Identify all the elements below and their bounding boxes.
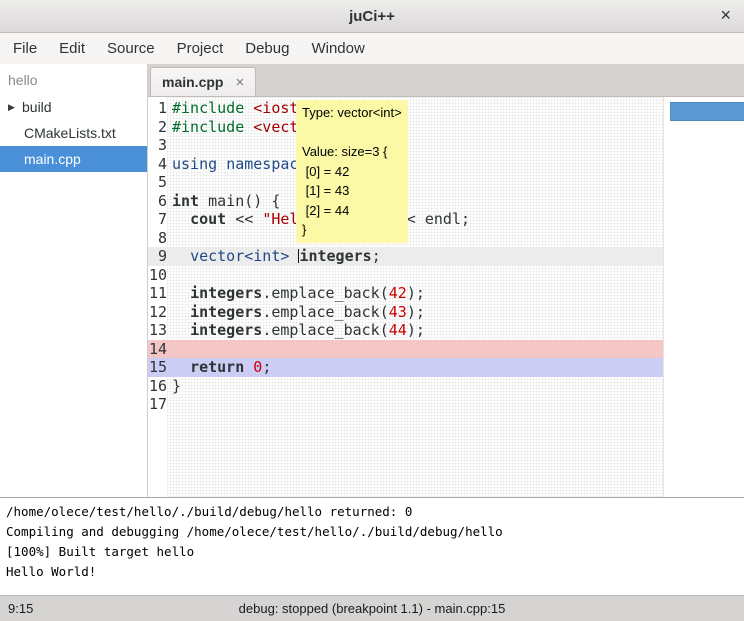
line-number: 6 xyxy=(148,192,167,211)
code-text xyxy=(167,266,172,285)
menu-debug[interactable]: Debug xyxy=(234,33,300,64)
code-text xyxy=(167,173,172,192)
tree-item-cmakelists[interactable]: CMakeLists.txt xyxy=(0,120,147,146)
debug-status: debug: stopped (breakpoint 1.1) - main.c… xyxy=(0,601,744,616)
code-text: integers.emplace_back(44); xyxy=(167,321,425,340)
code-text: integers.emplace_back(42); xyxy=(167,284,425,303)
code-text: } xyxy=(167,377,181,396)
menu-edit[interactable]: Edit xyxy=(48,33,96,64)
code-text: integers.emplace_back(43); xyxy=(167,303,425,322)
line-number: 7 xyxy=(148,210,167,229)
code-editor[interactable]: 1#include <iostream>2#include <vector>34… xyxy=(148,97,744,497)
terminal-line: [100%] Built target hello xyxy=(6,542,738,562)
terminal-line: Compiling and debugging /home/olece/test… xyxy=(6,522,738,542)
line-number: 4 xyxy=(148,155,167,174)
terminal-output[interactable]: /home/olece/test/hello/./build/debug/hel… xyxy=(0,497,744,595)
line-number: 5 xyxy=(148,173,167,192)
code-text xyxy=(167,136,172,155)
code-line[interactable]: 14 xyxy=(148,340,663,359)
line-number: 2 xyxy=(148,118,167,137)
menu-window[interactable]: Window xyxy=(300,33,375,64)
project-folder-label: hello xyxy=(0,64,147,94)
menu-project[interactable]: Project xyxy=(166,33,235,64)
menu-file[interactable]: File xyxy=(2,33,48,64)
titlebar[interactable]: juCi++ × xyxy=(0,0,744,33)
line-number: 17 xyxy=(148,395,167,414)
tab-close-icon[interactable]: × xyxy=(235,74,244,91)
line-number: 14 xyxy=(148,340,167,359)
code-text xyxy=(167,340,172,359)
main-area: hello ▶ build CMakeLists.txt main.cpp ma… xyxy=(0,64,744,497)
line-number: 3 xyxy=(148,136,167,155)
code-text: int main() { xyxy=(167,192,280,211)
line-number: 13 xyxy=(148,321,167,340)
file-sidebar: hello ▶ build CMakeLists.txt main.cpp xyxy=(0,64,148,497)
line-number: 9 xyxy=(148,247,167,266)
code-text: vector<int> integers; xyxy=(167,247,381,266)
line-number: 1 xyxy=(148,99,167,118)
code-line[interactable]: 9 vector<int> integers; xyxy=(148,247,663,266)
code-line[interactable]: 11 integers.emplace_back(42); xyxy=(148,284,663,303)
tooltip-line xyxy=(302,123,402,143)
tab-maincpp[interactable]: main.cpp × xyxy=(150,67,256,96)
editor-column: main.cpp × 1#include <iostream>2#include… xyxy=(148,64,744,497)
tooltip-line: [1] = 43 xyxy=(302,181,402,201)
tooltip-line: Type: vector<int> xyxy=(302,103,402,123)
tabbar: main.cpp × xyxy=(148,64,744,97)
tooltip-line: [2] = 44 xyxy=(302,201,402,221)
menubar: File Edit Source Project Debug Window xyxy=(0,33,744,64)
statusbar: 9:15 debug: stopped (breakpoint 1.1) - m… xyxy=(0,595,744,621)
code-line[interactable]: 17 xyxy=(148,395,663,414)
code-line[interactable]: 16} xyxy=(148,377,663,396)
line-number: 10 xyxy=(148,266,167,285)
tree-item-label: CMakeLists.txt xyxy=(24,125,116,141)
code-text xyxy=(167,229,172,248)
code-text xyxy=(167,395,172,414)
code-text: return 0; xyxy=(167,358,271,377)
menu-source[interactable]: Source xyxy=(96,33,166,64)
code-line[interactable]: 13 integers.emplace_back(44); xyxy=(148,321,663,340)
line-number: 15 xyxy=(148,358,167,377)
line-number: 11 xyxy=(148,284,167,303)
code-lines: 1#include <iostream>2#include <vector>34… xyxy=(148,97,744,414)
expander-icon[interactable]: ▶ xyxy=(8,102,22,113)
tree-item-build[interactable]: ▶ build xyxy=(0,94,147,120)
line-number: 12 xyxy=(148,303,167,322)
terminal-line: Hello World! xyxy=(6,562,738,582)
code-line[interactable]: 15 return 0; xyxy=(148,358,663,377)
line-number: 16 xyxy=(148,377,167,396)
code-line[interactable]: 10 xyxy=(148,266,663,285)
window-close-button[interactable]: × xyxy=(720,6,731,24)
tooltip-line: } xyxy=(302,220,402,240)
tree-item-label: main.cpp xyxy=(24,151,81,167)
window-title: juCi++ xyxy=(349,8,395,25)
debug-value-tooltip: Type: vector<int> Value: size=3 { [0] = … xyxy=(296,100,408,243)
editor-right-pane xyxy=(663,97,744,497)
tab-label: main.cpp xyxy=(162,74,223,90)
tree-item-maincpp[interactable]: main.cpp xyxy=(0,146,147,172)
tree-item-label: build xyxy=(22,99,52,115)
scrollbar-thumb[interactable] xyxy=(670,102,744,121)
tooltip-line: [0] = 42 xyxy=(302,162,402,182)
tooltip-line: Value: size=3 { xyxy=(302,142,402,162)
terminal-line: /home/olece/test/hello/./build/debug/hel… xyxy=(6,502,738,522)
app-window: juCi++ × File Edit Source Project Debug … xyxy=(0,0,744,621)
line-number: 8 xyxy=(148,229,167,248)
code-line[interactable]: 12 integers.emplace_back(43); xyxy=(148,303,663,322)
